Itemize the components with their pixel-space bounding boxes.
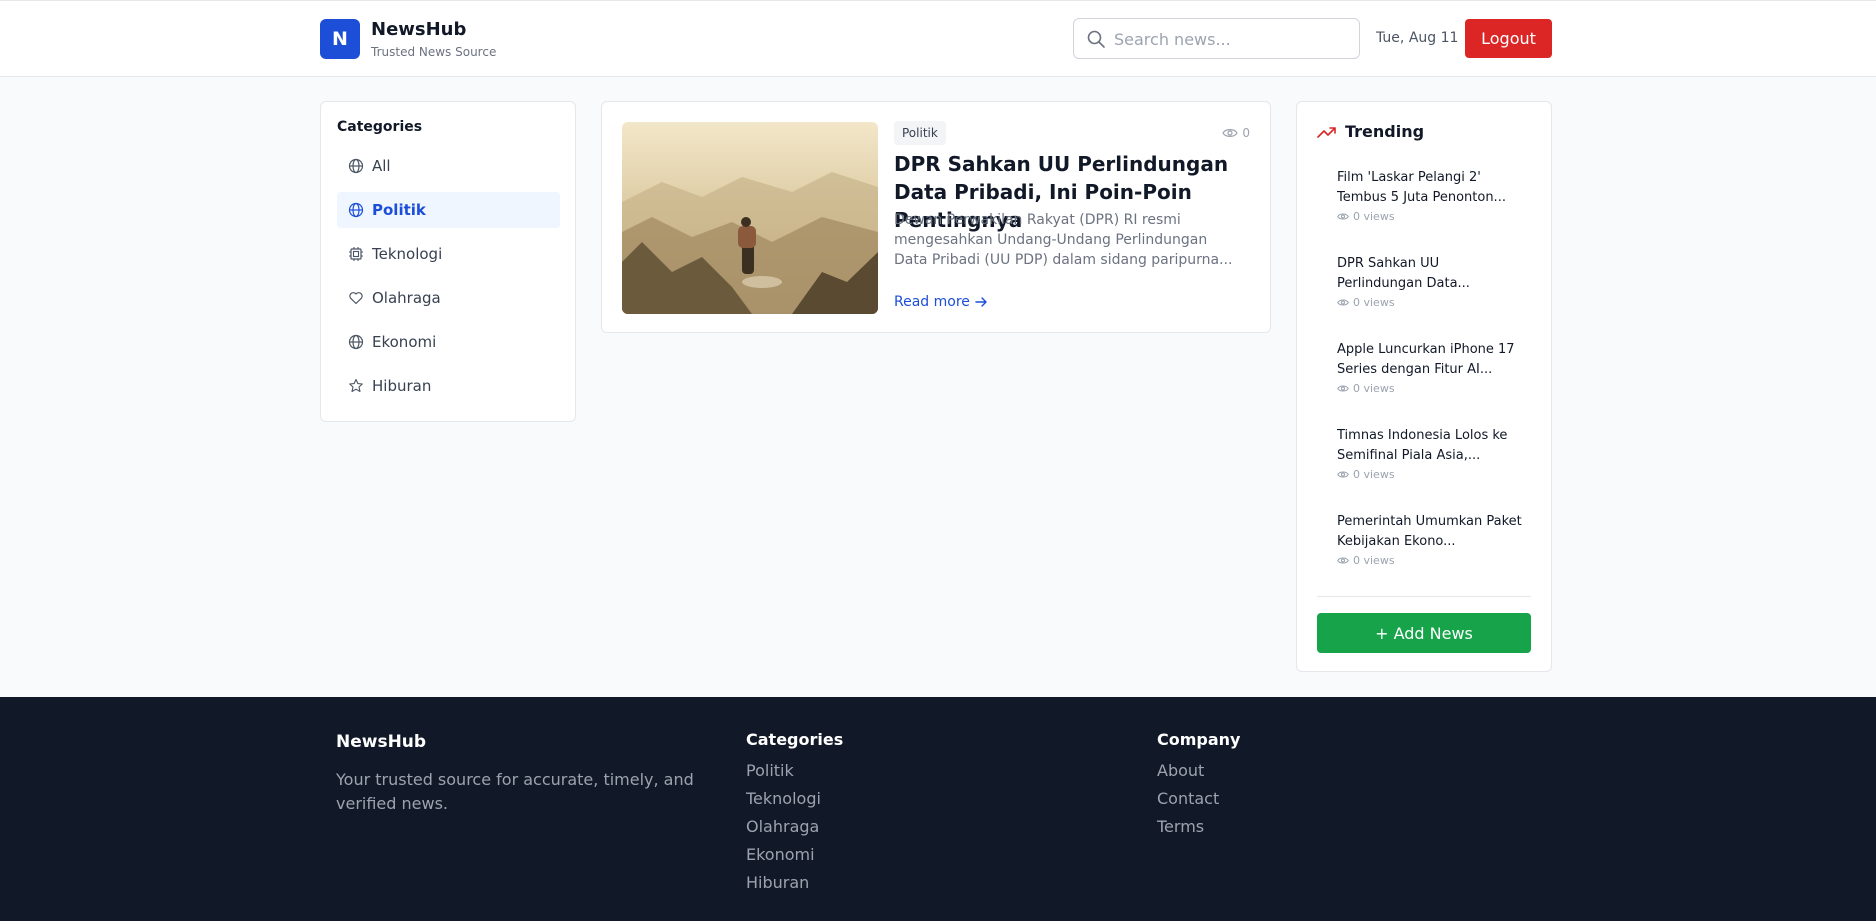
views-label: 0 views — [1353, 468, 1395, 481]
top-header: N NewsHub Trusted News Source Tue, Aug 1… — [0, 0, 1876, 77]
globe-icon — [348, 202, 364, 218]
eye-icon — [1337, 299, 1349, 306]
add-news-button[interactable]: + Add News — [1317, 613, 1531, 653]
views-label: 0 views — [1353, 554, 1395, 567]
category-label: Hiburan — [372, 377, 432, 395]
trending-item-title: Film 'Laskar Pelangi 2' Tembus 5 Juta Pe… — [1337, 170, 1506, 205]
category-item-olahraga[interactable]: Olahraga — [337, 280, 560, 316]
category-item-all[interactable]: All — [337, 148, 560, 184]
trending-item-views: 0 views — [1337, 210, 1527, 223]
trending-item[interactable]: DPR Sahkan UU Perlindungan Data... 0 vie… — [1337, 254, 1527, 309]
trending-item-title: Apple Luncurkan iPhone 17 Series dengan … — [1337, 342, 1515, 377]
footer: NewsHub Your trusted source for accurate… — [0, 697, 1876, 921]
search-box[interactable] — [1073, 18, 1360, 59]
trending-item[interactable]: Film 'Laskar Pelangi 2' Tembus 5 Juta Pe… — [1337, 168, 1527, 223]
trending-item[interactable]: Timnas Indonesia Lolos ke Semifinal Pial… — [1337, 426, 1527, 481]
eye-icon — [1337, 471, 1349, 478]
article-card[interactable]: Politik 0 DPR Sahkan UU Perlindungan Dat… — [601, 101, 1271, 333]
globe-icon — [348, 334, 364, 350]
trending-item-title: Pemerintah Umumkan Paket Kebijakan Ekono… — [1337, 514, 1522, 549]
trending-item[interactable]: Apple Luncurkan iPhone 17 Series dengan … — [1337, 340, 1527, 395]
category-label: Ekonomi — [372, 333, 437, 351]
category-item-politik[interactable]: Politik — [337, 192, 560, 228]
eye-icon — [1222, 129, 1239, 137]
category-item-ekonomi[interactable]: Ekonomi — [337, 324, 560, 360]
footer-link-about[interactable]: About — [1157, 761, 1204, 780]
category-label: Teknologi — [372, 245, 443, 263]
trending-item[interactable]: Pemerintah Umumkan Paket Kebijakan Ekono… — [1337, 512, 1527, 567]
trending-panel: Trending Film 'Laskar Pelangi 2' Tembus … — [1296, 101, 1552, 672]
eye-icon — [1337, 557, 1349, 564]
divider — [1317, 596, 1531, 597]
footer-description: Your trusted source for accurate, timely… — [336, 770, 694, 813]
footer-link-teknologi[interactable]: Teknologi — [746, 789, 821, 808]
category-label: Politik — [372, 201, 426, 219]
category-item-teknologi[interactable]: Teknologi — [337, 236, 560, 272]
read-more-label: Read more — [894, 294, 970, 310]
category-label: Olahraga — [372, 289, 441, 307]
brand-tagline: Trusted News Source — [371, 45, 497, 59]
category-item-hiburan[interactable]: Hiburan — [337, 368, 560, 404]
categories-panel: Categories All Politik Teknologi Olahrag… — [320, 101, 576, 422]
footer-link-olahraga[interactable]: Olahraga — [746, 817, 819, 836]
footer-link-ekonomi[interactable]: Ekonomi — [746, 845, 815, 864]
footer-link-politik[interactable]: Politik — [746, 761, 794, 780]
logo[interactable]: N — [320, 19, 360, 59]
article-image[interactable] — [622, 122, 878, 314]
category-label: All — [372, 157, 391, 175]
trending-item-views: 0 views — [1337, 554, 1527, 567]
views-label: 0 views — [1353, 296, 1395, 309]
trending-up-icon — [1317, 126, 1336, 138]
brand-name[interactable]: NewsHub — [371, 19, 466, 40]
globe-icon — [348, 158, 364, 174]
trending-header: Trending — [1317, 122, 1424, 141]
eye-icon — [1337, 213, 1349, 220]
footer-link-terms[interactable]: Terms — [1157, 817, 1204, 836]
star-icon — [348, 378, 364, 394]
eye-icon — [1337, 385, 1349, 392]
trending-item-title: DPR Sahkan UU Perlindungan Data... — [1337, 256, 1470, 291]
view-count: 0 — [1222, 126, 1250, 140]
views-label: 0 views — [1353, 382, 1395, 395]
view-count-value: 0 — [1242, 126, 1250, 140]
footer-categories-title: Categories — [746, 730, 844, 749]
trending-item-views: 0 views — [1337, 296, 1527, 309]
categories-title: Categories — [337, 119, 423, 135]
trending-item-title: Timnas Indonesia Lolos ke Semifinal Pial… — [1337, 428, 1508, 463]
search-input[interactable] — [1114, 27, 1349, 51]
logout-button[interactable]: Logout — [1465, 19, 1552, 58]
article-excerpt: Dewan Perwakilan Rakyat (DPR) RI resmi m… — [894, 212, 1233, 268]
search-icon — [1086, 29, 1106, 49]
current-date: Tue, Aug 11 — [1376, 30, 1459, 46]
read-more-link[interactable]: Read more — [894, 294, 988, 310]
footer-link-contact[interactable]: Contact — [1157, 789, 1219, 808]
trending-item-views: 0 views — [1337, 382, 1527, 395]
heart-icon — [348, 290, 364, 306]
footer-link-hiburan[interactable]: Hiburan — [746, 873, 809, 892]
cpu-icon — [348, 246, 364, 262]
category-badge[interactable]: Politik — [894, 121, 946, 145]
trending-item-views: 0 views — [1337, 468, 1527, 481]
footer-brand: NewsHub — [336, 732, 427, 752]
views-label: 0 views — [1353, 210, 1395, 223]
arrow-right-icon — [975, 297, 987, 307]
footer-company-title: Company — [1157, 730, 1241, 749]
trending-title: Trending — [1345, 122, 1425, 141]
